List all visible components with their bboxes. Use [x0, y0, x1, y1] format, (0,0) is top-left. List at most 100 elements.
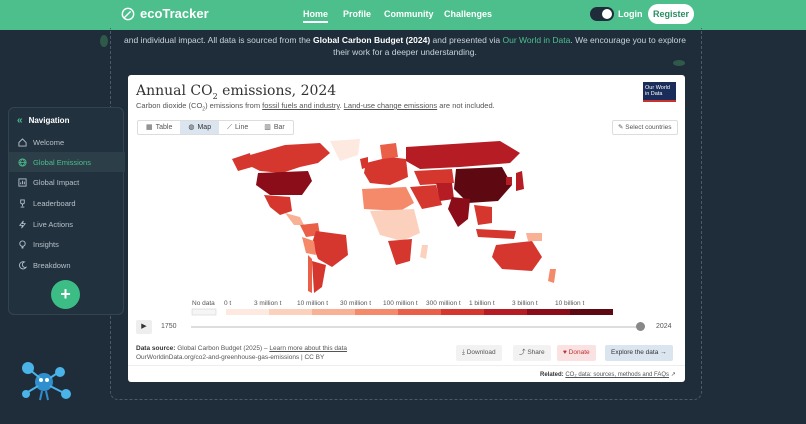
related-link-text[interactable]: CO₂ data: sources, methods and FAQs [565, 372, 669, 378]
theme-toggle[interactable] [590, 7, 614, 21]
sidebar-item-breakdown[interactable]: Breakdown [9, 255, 125, 275]
fossil-fuels-link[interactable]: fossil fuels and industry [262, 101, 339, 110]
map-region-north-africa[interactable] [362, 187, 414, 211]
map-region-greenland[interactable] [330, 139, 360, 161]
button-label: Share [527, 349, 545, 356]
download-button[interactable]: ⤓ Download [456, 345, 502, 361]
tab-bar[interactable]: ▥ Bar [256, 121, 293, 134]
select-countries-button[interactable]: ✎ Select countries [612, 120, 678, 135]
map-region-madagascar[interactable] [420, 245, 428, 259]
map-region-scandinavia[interactable] [380, 143, 398, 159]
map-region-alaska[interactable] [232, 153, 252, 171]
legend-bin[interactable] [570, 309, 613, 315]
map-region-indonesia[interactable] [476, 229, 516, 239]
sidebar-item-welcome[interactable]: Welcome [9, 132, 125, 152]
divider [128, 365, 685, 366]
line-chart-icon: ⟋ [227, 124, 232, 131]
top-navbar: ecoTracker Home Profile Community Challe… [0, 0, 806, 30]
register-button[interactable]: Register [648, 4, 694, 24]
map-region-korea[interactable] [506, 177, 512, 185]
tab-table[interactable]: ▦ Table [138, 121, 180, 134]
map-region-usa[interactable] [256, 171, 312, 195]
tab-line[interactable]: ⟋ Line [219, 121, 256, 134]
map-region-canada[interactable] [248, 143, 330, 173]
map-region-papua[interactable] [526, 233, 542, 241]
source-name: Global Carbon Budget (2025) [177, 345, 263, 352]
sidebar-item-global-emissions[interactable]: Global Emissions [9, 152, 125, 172]
nav-link-challenges[interactable]: Challenges [444, 9, 492, 19]
sidebar-item-label: Insights [33, 239, 59, 249]
map-region-south-africa[interactable] [388, 239, 412, 265]
legend-bin[interactable] [269, 309, 312, 315]
legend-bin[interactable] [355, 309, 398, 315]
add-button[interactable]: + [51, 280, 80, 309]
intro-text-part: and individual impact. All data is sourc… [124, 35, 311, 45]
map-region-australia[interactable] [492, 241, 542, 271]
map-region-brazil[interactable] [312, 231, 348, 267]
source-url[interactable]: OurWorldinData.org/co2-and-greenhouse-ga… [136, 353, 347, 362]
map-region-southeast-asia[interactable] [474, 205, 492, 225]
intro-text: and individual impact. All data is sourc… [120, 34, 690, 58]
legend-bin[interactable] [312, 309, 355, 315]
sidebar-item-live-actions[interactable]: Live Actions [9, 214, 125, 234]
map-region-japan[interactable] [516, 171, 524, 191]
map-region-central-africa[interactable] [370, 209, 420, 241]
sidebar-item-leaderboard[interactable]: Leaderboard [9, 193, 125, 213]
map-region-chile[interactable] [308, 255, 312, 293]
map-region-mexico[interactable] [264, 195, 292, 215]
map-region-kazakhstan[interactable] [414, 169, 454, 185]
bar-chart-icon: ▥ [264, 124, 271, 131]
share-icon: ⤴ [519, 349, 526, 356]
donate-button[interactable]: ♥ Donate [557, 345, 596, 361]
share-button[interactable]: ⤴ Share [513, 345, 551, 361]
owid-link[interactable]: Our World in Data [502, 35, 570, 45]
map-region-india[interactable] [448, 197, 470, 227]
legend-bin[interactable] [441, 309, 484, 315]
sidebar-item-insights[interactable]: Insights [9, 234, 125, 254]
bulb-icon [19, 239, 26, 249]
legend-bin[interactable] [398, 309, 441, 315]
owid-logo[interactable]: Our World in Data [643, 82, 676, 102]
map-region-europe[interactable] [364, 157, 408, 185]
related-link[interactable]: Related: CO₂ data: sources, methods and … [540, 371, 676, 378]
legend-label: 3 million t [254, 300, 282, 307]
play-button[interactable]: ▶ [136, 320, 152, 334]
timeline-thumb[interactable] [636, 322, 645, 331]
bolt-icon [18, 220, 27, 228]
map-region-uk[interactable] [360, 157, 368, 169]
title-text: Annual CO [136, 83, 213, 99]
sidebar-item-global-impact[interactable]: Global Impact [9, 172, 125, 192]
login-link[interactable]: Login [618, 9, 643, 19]
legend-bins: 0 t 3 million t 10 million t 30 million t 10… [224, 300, 613, 315]
legend-bin[interactable] [484, 309, 527, 315]
map-region-central-america[interactable] [285, 213, 304, 225]
nav-link-community[interactable]: Community [384, 9, 434, 19]
chart-icon [18, 177, 27, 187]
legend-bin[interactable] [226, 309, 269, 315]
nav-link-profile[interactable]: Profile [343, 9, 371, 19]
legend-label: No data [192, 300, 215, 307]
map-region-russia[interactable] [406, 141, 520, 169]
chart-title: Annual CO2 emissions, 2024 [136, 83, 336, 101]
collapse-chevrons-icon[interactable]: « [17, 115, 23, 126]
arrow-right-icon: → [660, 349, 667, 356]
legend-bin[interactable] [527, 309, 570, 315]
map-region-argentina[interactable] [312, 261, 326, 293]
map-region-china[interactable] [454, 167, 512, 203]
tab-map[interactable]: ◍ Map [180, 121, 220, 134]
select-countries-label: Select countries [625, 124, 672, 131]
land-use-link[interactable]: Land-use change emissions [344, 101, 437, 110]
learn-more-link[interactable]: Learn more about this data [269, 345, 347, 352]
legend-label: 0 t [224, 300, 231, 307]
nav-link-home[interactable]: Home [303, 9, 329, 23]
map-region-new-zealand[interactable] [548, 269, 556, 283]
owid-chart-card: Annual CO2 emissions, 2024 Carbon dioxid… [128, 75, 685, 382]
explore-data-button[interactable]: Explore the data → [605, 345, 673, 361]
view-tabs: ▦ Table ◍ Map ⟋ Line ▥ Bar [137, 120, 294, 135]
world-emissions-map[interactable] [230, 137, 570, 295]
map-region-middle-east[interactable] [410, 185, 442, 209]
brand[interactable]: ecoTracker [121, 6, 209, 21]
home-icon [18, 137, 27, 147]
table-icon: ▦ [146, 124, 153, 131]
timeline-track[interactable] [191, 326, 644, 328]
